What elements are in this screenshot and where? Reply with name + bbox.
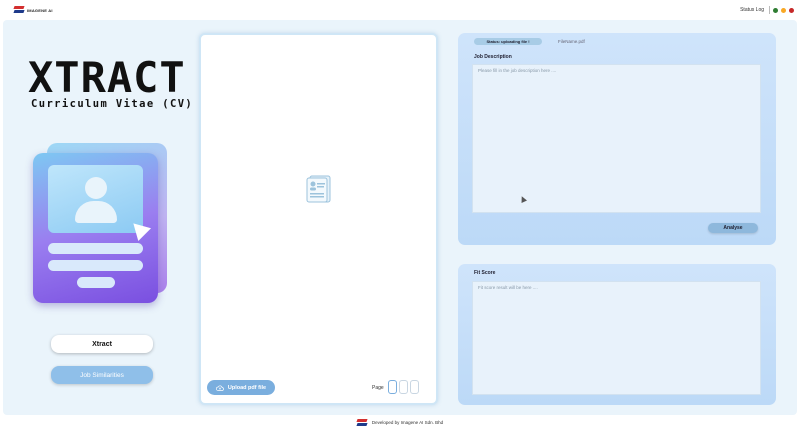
- pdf-viewer: Upload pdf file Page: [199, 33, 438, 405]
- maximize-dot-icon[interactable]: [781, 8, 786, 13]
- job-description-panel: Status: uploading file ! FileName.pdf Jo…: [458, 33, 776, 245]
- cv-card-front: [33, 153, 158, 303]
- divider: [769, 6, 770, 14]
- imagene-logo-icon: [357, 419, 367, 427]
- page-label: Page: [372, 385, 384, 391]
- avatar-head-icon: [85, 177, 107, 199]
- brand-logo-text: IMAGENE AI: [27, 7, 53, 13]
- fit-score-panel: Fit Score Fit score result will be here …: [458, 264, 776, 405]
- cv-text-line: [48, 243, 143, 254]
- cv-text-line: [48, 260, 143, 271]
- cv-text-line: [77, 277, 115, 288]
- mouse-cursor-icon: [519, 195, 527, 203]
- profile-photo-placeholder: [48, 165, 143, 233]
- app-title: Xtract: [28, 53, 186, 102]
- job-similarities-button[interactable]: Job Similarities: [51, 366, 153, 384]
- app-subtitle: Curriculum Vitae (CV): [31, 98, 194, 110]
- fit-score-label: Fit Score: [474, 270, 496, 276]
- job-description-textarea[interactable]: Please fill in the job description here …: [472, 64, 761, 213]
- fit-score-output: Fit score result will be here ....: [472, 281, 761, 395]
- xtract-button[interactable]: Xtract: [51, 335, 153, 353]
- footer-text: Developed by Imagene AI Sdn. Bhd: [371, 420, 444, 425]
- cv-illustration: [33, 143, 173, 305]
- page-number-box[interactable]: [410, 380, 419, 394]
- minimize-dot-icon[interactable]: [773, 8, 778, 13]
- document-icon: [306, 175, 331, 203]
- fit-score-placeholder: Fit score result will be here ....: [478, 285, 538, 290]
- analyse-button[interactable]: Analyse: [708, 223, 758, 233]
- page-number-box[interactable]: [388, 380, 397, 394]
- close-dot-icon[interactable]: [789, 8, 794, 13]
- file-name: FileName.pdf: [558, 39, 585, 44]
- footer: Developed by Imagene AI Sdn. Bhd: [0, 415, 800, 430]
- status-tab: Status: uploading file !: [474, 38, 542, 45]
- job-description-label: Job Description: [474, 54, 512, 60]
- status-log-link[interactable]: Status Log: [740, 7, 764, 13]
- window-controls: [773, 8, 794, 13]
- imagene-logo-icon: [14, 6, 24, 14]
- job-description-placeholder: Please fill in the job description here …: [478, 68, 557, 73]
- upload-pdf-label: Upload pdf file: [227, 384, 267, 391]
- top-bar: IMAGENE AI Status Log: [0, 0, 800, 20]
- page-number-box[interactable]: [399, 380, 408, 394]
- cloud-upload-icon: [215, 384, 224, 391]
- upload-pdf-button[interactable]: Upload pdf file: [207, 380, 275, 395]
- avatar-body-icon: [75, 201, 117, 223]
- brand-logo: IMAGENE AI: [14, 6, 53, 14]
